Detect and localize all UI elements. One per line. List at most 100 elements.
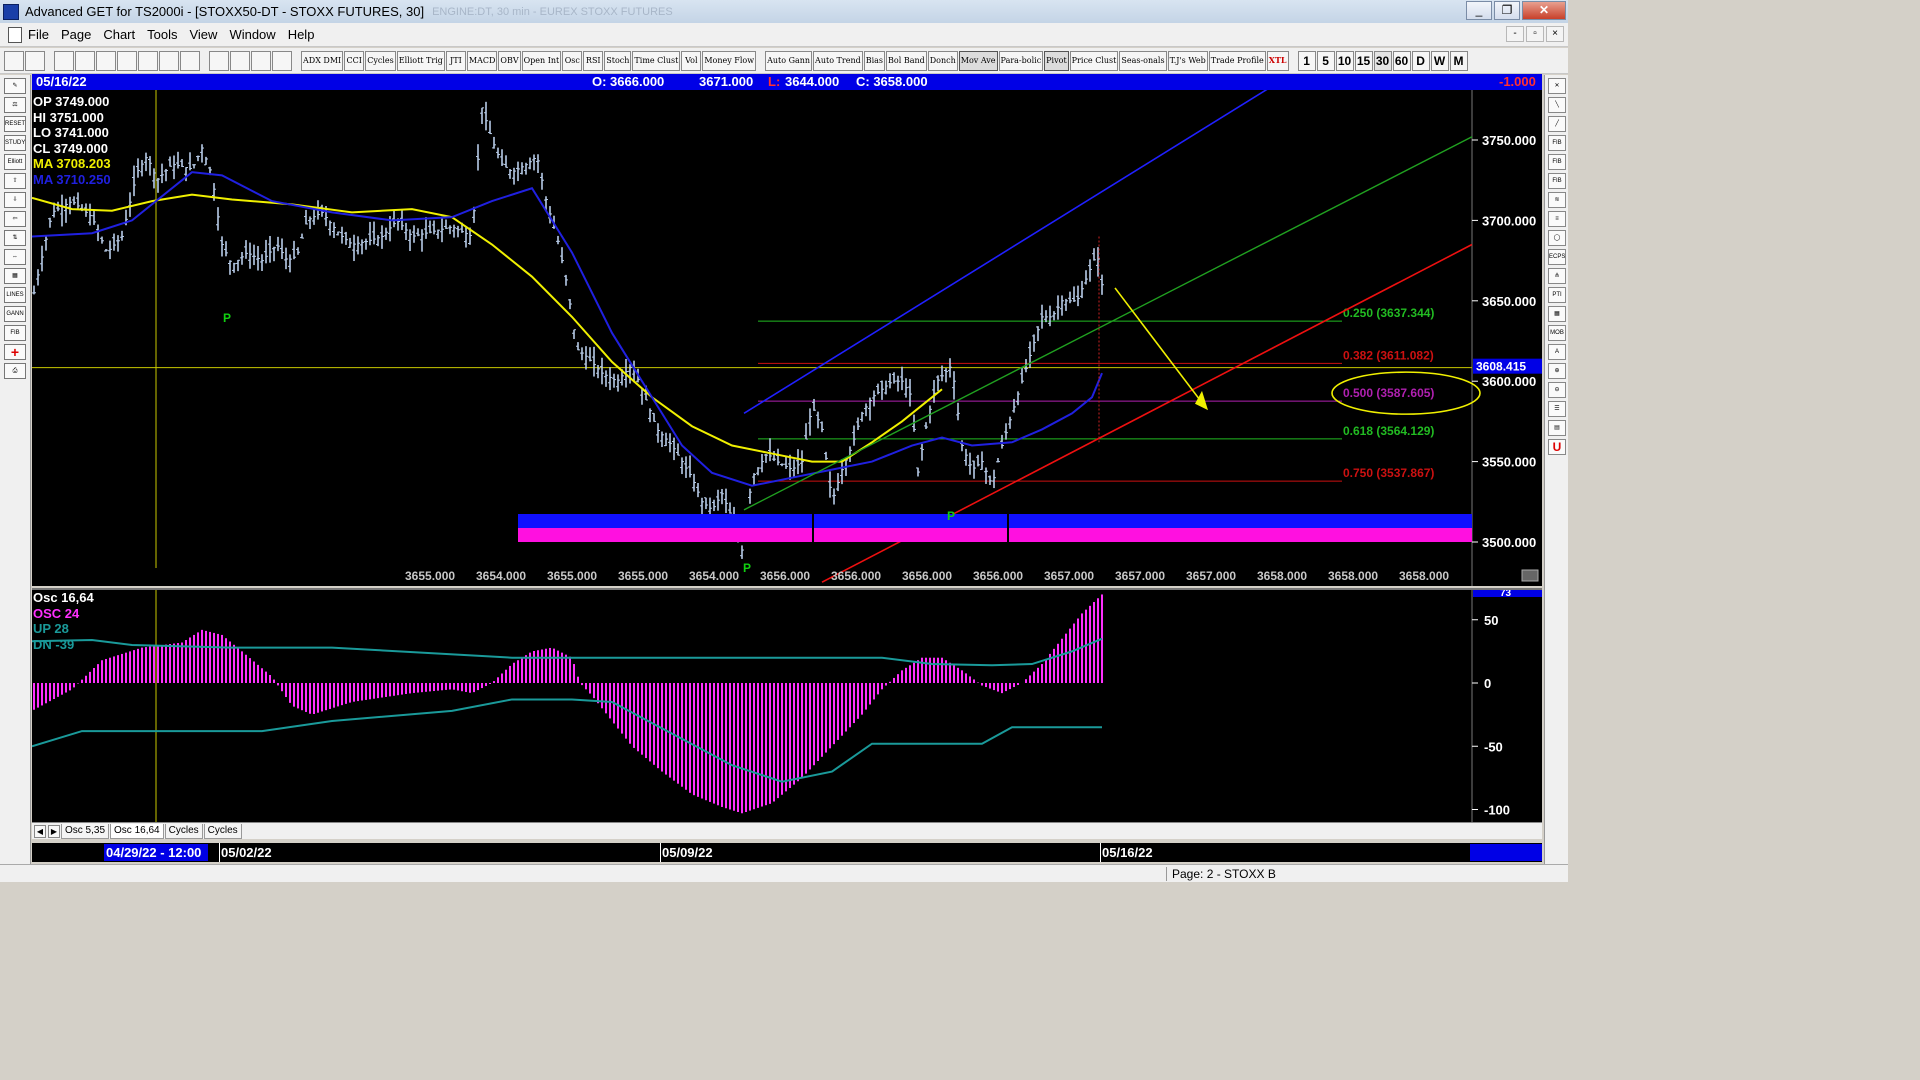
- study-button-11[interactable]: Time Clust: [632, 50, 681, 71]
- ecps-icon[interactable]: ECPS: [1548, 249, 1566, 265]
- timeframe-button-M[interactable]: M: [1449, 50, 1468, 71]
- text-tool-icon[interactable]: A: [1548, 344, 1566, 360]
- maximize-button[interactable]: ❐: [1494, 1, 1520, 20]
- study-button-7[interactable]: Open Int: [521, 50, 562, 71]
- mob-icon[interactable]: MOB: [1548, 325, 1566, 341]
- study2-button-1[interactable]: Auto Trend: [813, 50, 863, 71]
- elliott-icon[interactable]: Elliott: [4, 154, 26, 170]
- settings-icon[interactable]: [230, 50, 250, 71]
- magnet-icon[interactable]: U: [1548, 439, 1566, 455]
- pti-icon[interactable]: PTI: [1548, 287, 1566, 303]
- study2-button-10[interactable]: T.J's Web: [1167, 50, 1208, 71]
- arrow-up-icon[interactable]: ⇧: [4, 173, 26, 189]
- tab-prev-button[interactable]: ◀: [34, 824, 46, 838]
- study2-button-6[interactable]: Para-bolic: [998, 50, 1044, 71]
- study-button-9[interactable]: RSI: [583, 50, 604, 71]
- gann-icon[interactable]: GANN: [4, 306, 26, 322]
- study2-button-12[interactable]: XTL: [1266, 50, 1289, 71]
- ellipse-tool-icon[interactable]: ◯: [1548, 230, 1566, 246]
- study2-button-3[interactable]: Bol Band: [886, 50, 927, 71]
- menu-chart[interactable]: Chart: [103, 27, 135, 42]
- pitchfork-icon[interactable]: ⋔: [1548, 268, 1566, 284]
- timeframe-button-15[interactable]: 15: [1354, 50, 1373, 71]
- fan-tool-icon[interactable]: ≋: [1548, 192, 1566, 208]
- cascade-icon[interactable]: [159, 50, 179, 71]
- tile-icon[interactable]: [138, 50, 158, 71]
- grid-tool-icon[interactable]: ▦: [4, 268, 26, 284]
- print-tool-icon[interactable]: ⎙: [4, 363, 26, 379]
- fib-ret-icon[interactable]: FIB: [1548, 135, 1566, 151]
- tab-osc-5-35[interactable]: Osc 5,35: [61, 823, 110, 839]
- crosshair-icon[interactable]: +: [4, 344, 26, 360]
- study2-button-0[interactable]: Auto Gann: [765, 50, 813, 71]
- study-button-1[interactable]: CCI: [344, 50, 365, 71]
- channel-tool-icon[interactable]: ≡: [1548, 211, 1566, 227]
- layout-icon[interactable]: [117, 50, 137, 71]
- study-button-0[interactable]: ADX DMI: [301, 50, 344, 71]
- menu-tools[interactable]: Tools: [147, 27, 177, 42]
- timeframe-button-W[interactable]: W: [1430, 50, 1449, 71]
- timeframe-button-5[interactable]: 5: [1316, 50, 1335, 71]
- grid-view-icon[interactable]: ▦: [1548, 306, 1566, 322]
- zoom-in-icon[interactable]: ⊕: [1548, 363, 1566, 379]
- zoom-out-icon[interactable]: ⊖: [1548, 382, 1566, 398]
- mdi-minimize-button[interactable]: -: [1506, 26, 1524, 42]
- pin-icon[interactable]: [4, 50, 24, 71]
- close-tool-icon[interactable]: ✕: [1548, 78, 1566, 94]
- hand-icon[interactable]: ⚖: [4, 97, 26, 113]
- fib-tool-icon[interactable]: FIB: [4, 325, 26, 341]
- timeframe-button-1[interactable]: 1: [1297, 50, 1316, 71]
- timeframe-button-D[interactable]: D: [1411, 50, 1430, 71]
- document-icon[interactable]: [8, 26, 22, 43]
- arrow-down-icon[interactable]: ⇩: [4, 192, 26, 208]
- help-icon[interactable]: [251, 50, 271, 71]
- timeframe-button-60[interactable]: 60: [1392, 50, 1411, 71]
- menu-help[interactable]: Help: [288, 27, 315, 42]
- grid-icon[interactable]: [180, 50, 200, 71]
- list-icon[interactable]: ☰: [1548, 401, 1566, 417]
- menu-view[interactable]: View: [189, 27, 217, 42]
- quote-icon[interactable]: [25, 50, 45, 71]
- tab-cycles-2[interactable]: Cycles: [203, 823, 242, 839]
- mdi-restore-button[interactable]: ▫: [1526, 26, 1544, 42]
- study-button-2[interactable]: Cycles: [365, 50, 396, 71]
- study2-button-2[interactable]: Bias: [863, 50, 886, 71]
- price-chart[interactable]: 0.250 (3637.344) 0.382 (3611.082) 0.500 (3…: [32, 90, 1542, 586]
- study2-button-5[interactable]: Mov Ave: [958, 50, 998, 71]
- menu-window[interactable]: Window: [229, 27, 275, 42]
- study2-button-11[interactable]: Trade Profile: [1208, 50, 1266, 71]
- fib-time-icon[interactable]: FIB: [1548, 173, 1566, 189]
- lines-icon[interactable]: LINES: [4, 287, 26, 303]
- study-button-4[interactable]: JTI: [445, 50, 466, 71]
- close-button[interactable]: ✕: [1522, 1, 1566, 20]
- study-button-6[interactable]: OBV: [498, 50, 521, 71]
- study2-button-7[interactable]: Pivot: [1044, 50, 1069, 71]
- pointer-icon[interactable]: ✎: [4, 78, 26, 94]
- study-button-10[interactable]: Stoch: [604, 50, 632, 71]
- reset-icon[interactable]: RESET: [4, 116, 26, 132]
- context-help-icon[interactable]: [272, 50, 292, 71]
- price-chart-canvas[interactable]: 0.250 (3637.344) 0.382 (3611.082) 0.500 (3…: [32, 90, 1542, 586]
- study-button-8[interactable]: Osc: [562, 50, 583, 71]
- menu-page[interactable]: Page: [61, 27, 91, 42]
- timeframe-button-30[interactable]: 30: [1373, 50, 1392, 71]
- minimize-button[interactable]: _: [1466, 1, 1492, 20]
- study2-button-4[interactable]: Donch: [927, 50, 958, 71]
- diagonal-tool-icon[interactable]: ╱: [1548, 116, 1566, 132]
- ratio-icon[interactable]: ⇅: [4, 230, 26, 246]
- tab-osc-16-64[interactable]: Osc 16,64: [110, 823, 164, 839]
- study-button-3[interactable]: Elliott Trig: [396, 50, 445, 71]
- study2-button-9[interactable]: Seas-onals: [1119, 50, 1167, 71]
- study-button-12[interactable]: Vol: [681, 50, 702, 71]
- open-icon[interactable]: [96, 50, 116, 71]
- copy-page-icon[interactable]: [75, 50, 95, 71]
- expand-icon[interactable]: ⇔: [4, 249, 26, 265]
- tab-next-button[interactable]: ▶: [48, 824, 60, 838]
- print-icon[interactable]: [209, 50, 229, 71]
- study-button-13[interactable]: Money Flow: [702, 50, 757, 71]
- study-button-5[interactable]: MACD: [466, 50, 498, 71]
- study2-button-8[interactable]: Price Clust: [1069, 50, 1119, 71]
- oscillator-canvas[interactable]: 50 0 -50 -100 73: [32, 590, 1542, 822]
- oscillator-panel[interactable]: 50 0 -50 -100 73 Osc 16,64 OSC 24 UP 28 DN -…: [32, 588, 1542, 822]
- arrow-left-icon[interactable]: ⇦: [4, 211, 26, 227]
